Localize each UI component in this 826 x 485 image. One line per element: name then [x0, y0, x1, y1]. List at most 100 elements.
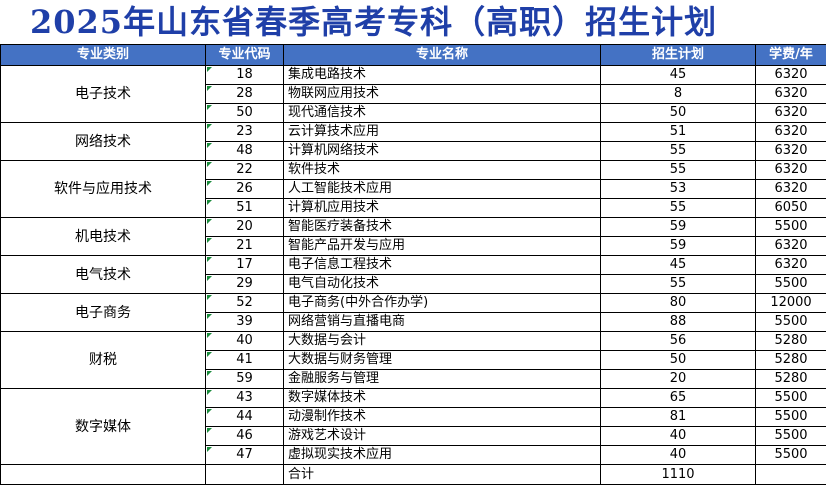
category-cell: 财税 [1, 332, 206, 389]
code-cell: 28 [206, 85, 284, 104]
plan-cell: 40 [601, 446, 756, 465]
table-row: 机电技术20智能医疗装备技术595500 [1, 218, 826, 237]
category-cell: 数字媒体 [1, 389, 206, 465]
code-cell: 50 [206, 104, 284, 123]
page-title: 2025年山东省春季高考专科（高职）招生计划 [0, 0, 826, 44]
total-empty-cell [1, 465, 206, 485]
code-cell: 23 [206, 123, 284, 142]
fee-cell: 5280 [756, 370, 826, 389]
total-row: 合计1110 [1, 465, 826, 485]
code-cell: 52 [206, 294, 284, 313]
fee-cell: 12000 [756, 294, 826, 313]
fee-cell: 6320 [756, 180, 826, 199]
plan-cell: 45 [601, 256, 756, 275]
plan-cell: 56 [601, 332, 756, 351]
fee-cell: 5280 [756, 351, 826, 370]
fee-cell: 6320 [756, 104, 826, 123]
plan-cell: 81 [601, 408, 756, 427]
table-header-row: 专业类别 专业代码 专业名称 招生计划 学费/年 [1, 45, 826, 66]
name-cell: 电子商务(中外合作办学) [284, 294, 601, 313]
table-body: 电子技术18集成电路技术45632028物联网应用技术8632050现代通信技术… [1, 66, 826, 485]
name-cell: 动漫制作技术 [284, 408, 601, 427]
category-cell: 电子技术 [1, 66, 206, 123]
code-cell: 40 [206, 332, 284, 351]
name-cell: 集成电路技术 [284, 66, 601, 85]
fee-cell: 5500 [756, 427, 826, 446]
enrollment-table: 专业类别 专业代码 专业名称 招生计划 学费/年 电子技术18集成电路技术456… [0, 44, 826, 485]
code-cell: 43 [206, 389, 284, 408]
fee-cell: 5500 [756, 408, 826, 427]
plan-cell: 53 [601, 180, 756, 199]
code-cell: 41 [206, 351, 284, 370]
fee-cell: 5500 [756, 218, 826, 237]
plan-cell: 51 [601, 123, 756, 142]
name-cell: 计算机应用技术 [284, 199, 601, 218]
category-cell: 电气技术 [1, 256, 206, 294]
header-fee: 学费/年 [756, 45, 826, 66]
plan-cell: 65 [601, 389, 756, 408]
fee-cell: 6320 [756, 123, 826, 142]
name-cell: 软件技术 [284, 161, 601, 180]
code-cell: 48 [206, 142, 284, 161]
name-cell: 智能医疗装备技术 [284, 218, 601, 237]
table-row: 电子商务52电子商务(中外合作办学)8012000 [1, 294, 826, 313]
name-cell: 大数据与财务管理 [284, 351, 601, 370]
fee-cell: 5500 [756, 275, 826, 294]
code-cell: 17 [206, 256, 284, 275]
name-cell: 游戏艺术设计 [284, 427, 601, 446]
fee-cell: 5280 [756, 332, 826, 351]
header-category: 专业类别 [1, 45, 206, 66]
name-cell: 智能产品开发与应用 [284, 237, 601, 256]
name-cell: 大数据与会计 [284, 332, 601, 351]
plan-cell: 20 [601, 370, 756, 389]
plan-cell: 45 [601, 66, 756, 85]
code-cell: 22 [206, 161, 284, 180]
total-label: 合计 [284, 465, 601, 485]
code-cell: 39 [206, 313, 284, 332]
total-empty-cell [756, 465, 826, 485]
plan-cell: 88 [601, 313, 756, 332]
header-plan: 招生计划 [601, 45, 756, 66]
table-row: 电气技术17电子信息工程技术456320 [1, 256, 826, 275]
table-row: 财税40大数据与会计565280 [1, 332, 826, 351]
plan-cell: 8 [601, 85, 756, 104]
code-cell: 18 [206, 66, 284, 85]
total-plan: 1110 [601, 465, 756, 485]
table-row: 软件与应用技术22软件技术556320 [1, 161, 826, 180]
name-cell: 人工智能技术应用 [284, 180, 601, 199]
category-cell: 网络技术 [1, 123, 206, 161]
plan-cell: 59 [601, 218, 756, 237]
fee-cell: 5500 [756, 313, 826, 332]
plan-cell: 50 [601, 351, 756, 370]
name-cell: 数字媒体技术 [284, 389, 601, 408]
plan-cell: 40 [601, 427, 756, 446]
name-cell: 网络营销与直播电商 [284, 313, 601, 332]
code-cell: 29 [206, 275, 284, 294]
fee-cell: 5500 [756, 446, 826, 465]
code-cell: 51 [206, 199, 284, 218]
category-cell: 机电技术 [1, 218, 206, 256]
name-cell: 虚拟现实技术应用 [284, 446, 601, 465]
table-row: 数字媒体43数字媒体技术655500 [1, 389, 826, 408]
total-empty-cell [206, 465, 284, 485]
code-cell: 44 [206, 408, 284, 427]
fee-cell: 6320 [756, 66, 826, 85]
fee-cell: 6320 [756, 142, 826, 161]
name-cell: 电气自动化技术 [284, 275, 601, 294]
header-code: 专业代码 [206, 45, 284, 66]
category-cell: 软件与应用技术 [1, 161, 206, 218]
name-cell: 云计算技术应用 [284, 123, 601, 142]
fee-cell: 5500 [756, 389, 826, 408]
plan-cell: 50 [601, 104, 756, 123]
fee-cell: 6320 [756, 85, 826, 104]
name-cell: 物联网应用技术 [284, 85, 601, 104]
name-cell: 计算机网络技术 [284, 142, 601, 161]
category-cell: 电子商务 [1, 294, 206, 332]
table-row: 电子技术18集成电路技术456320 [1, 66, 826, 85]
fee-cell: 6320 [756, 161, 826, 180]
fee-cell: 6320 [756, 256, 826, 275]
name-cell: 金融服务与管理 [284, 370, 601, 389]
code-cell: 26 [206, 180, 284, 199]
plan-cell: 55 [601, 142, 756, 161]
name-cell: 电子信息工程技术 [284, 256, 601, 275]
